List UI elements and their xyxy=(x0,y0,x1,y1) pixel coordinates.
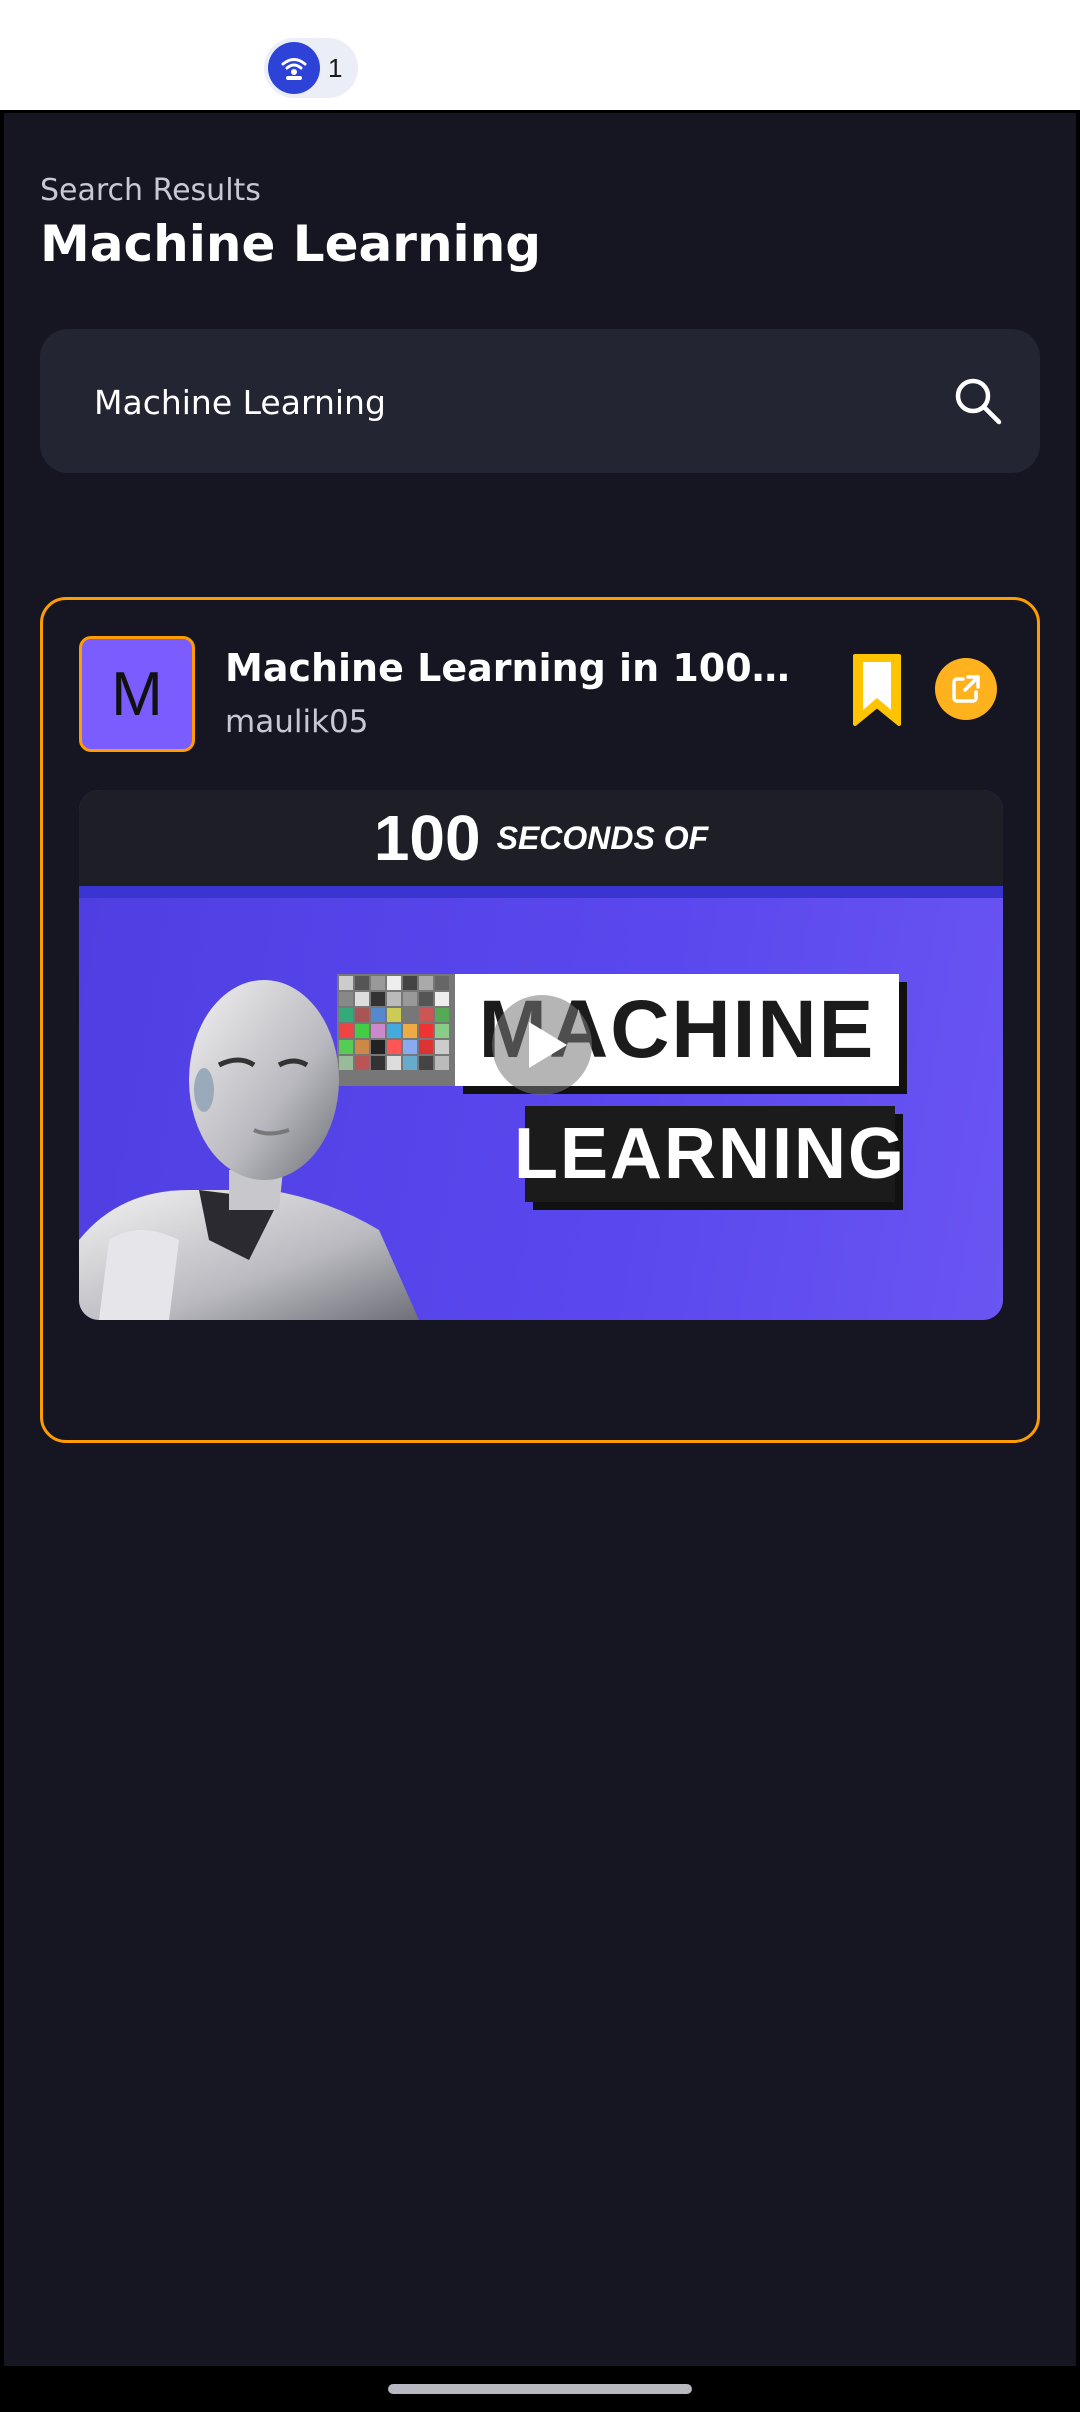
home-indicator[interactable] xyxy=(388,2384,692,2394)
external-link-icon xyxy=(952,675,980,703)
page-subtitle: Search Results xyxy=(40,173,261,208)
wifi-hotspot-icon xyxy=(268,42,320,94)
thumbnail-banner: 100 SECONDS OF xyxy=(79,790,1003,886)
thumbnail-stripe xyxy=(79,886,1003,898)
robot-illustration xyxy=(79,980,419,1320)
video-title[interactable]: Machine Learning in 100 seco... xyxy=(225,646,797,690)
share-button[interactable] xyxy=(935,658,997,720)
banner-text: SECONDS OF xyxy=(496,819,709,856)
play-icon[interactable] xyxy=(487,990,597,1100)
hotspot-indicator: 1 xyxy=(264,38,358,98)
bookmark-icon[interactable] xyxy=(851,652,903,728)
video-thumbnail[interactable]: 100 SECONDS OF MACHINE LEARNING xyxy=(79,790,1003,1320)
hotspot-count: 1 xyxy=(328,52,343,83)
search-icon[interactable] xyxy=(952,375,1004,427)
app-screen: Search Results Machine Learning M Machin… xyxy=(0,110,1080,2412)
status-bar: 1 xyxy=(0,0,1080,110)
page-title: Machine Learning xyxy=(40,215,542,273)
thumbnail-word-learning-text: LEARNING xyxy=(514,1114,906,1194)
video-card[interactable]: M Machine Learning in 100 seco... maulik… xyxy=(40,597,1040,1443)
thumbnail-word-learning: LEARNING xyxy=(514,1106,904,1202)
search-input[interactable] xyxy=(92,369,916,435)
search-bar[interactable] xyxy=(40,329,1040,473)
creator-name: maulik05 xyxy=(225,704,369,740)
creator-avatar[interactable]: M xyxy=(79,636,195,752)
banner-number: 100 xyxy=(373,802,481,874)
